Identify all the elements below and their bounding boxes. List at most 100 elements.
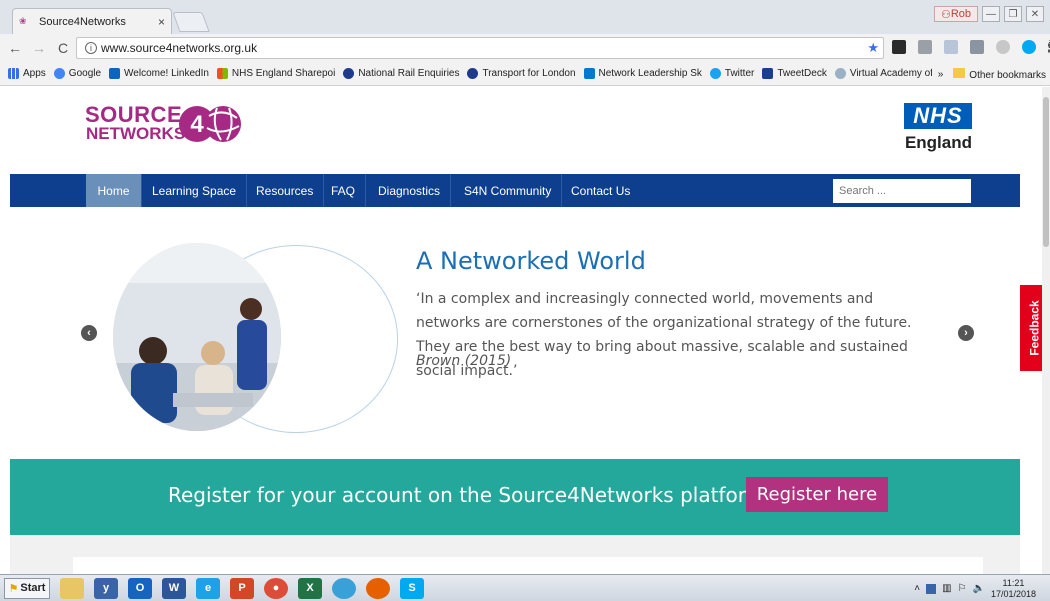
volume-icon[interactable]: 🔈 bbox=[973, 583, 985, 594]
start-button[interactable]: ⚑ Start bbox=[4, 577, 50, 599]
bookmark-tweetdeck[interactable]: TweetDeck bbox=[762, 68, 827, 79]
tweetdeck-icon bbox=[762, 68, 774, 79]
browser-tab[interactable]: ❀ Source4Networks × bbox=[12, 8, 172, 34]
clock[interactable]: 11:21 17/01/2018 bbox=[991, 578, 1036, 600]
bookmark-label: Apps bbox=[23, 68, 46, 79]
bookmark-label: Transport for London bbox=[482, 68, 576, 79]
people-photo-illustration bbox=[113, 243, 281, 431]
network-icon[interactable]: ▥ bbox=[942, 583, 951, 594]
bookmark-apps[interactable]: Apps bbox=[8, 68, 46, 79]
nav-label: Contact Us bbox=[571, 183, 631, 198]
word-icon[interactable]: W bbox=[162, 577, 186, 599]
register-button[interactable]: Register here bbox=[746, 477, 888, 512]
bookmark-label: NHS England Sharepoi bbox=[231, 68, 336, 79]
nav-diagnostics[interactable]: Diagnostics bbox=[368, 174, 452, 207]
bookmark-label: National Rail Enquiries bbox=[358, 68, 460, 79]
excel-icon[interactable]: X bbox=[298, 577, 322, 599]
scrollbar-thumb[interactable] bbox=[1043, 97, 1049, 247]
bookmark-label: Twitter bbox=[724, 68, 755, 79]
nhs-england-text: England bbox=[904, 133, 972, 152]
extension-icon[interactable] bbox=[970, 40, 984, 54]
windows-icon bbox=[216, 68, 228, 79]
rail-icon bbox=[343, 68, 355, 79]
nav-home[interactable]: Home bbox=[86, 174, 142, 207]
url-text: www.source4networks.org.uk bbox=[101, 41, 258, 55]
network-app-icon[interactable] bbox=[332, 577, 356, 599]
tray-app-icon[interactable] bbox=[926, 583, 937, 594]
nav-resources[interactable]: Resources bbox=[246, 174, 325, 207]
nav-label: FAQ bbox=[331, 183, 356, 198]
hero-photo bbox=[113, 243, 281, 431]
clock-time: 11:21 bbox=[1002, 577, 1025, 588]
internet-explorer-icon[interactable]: e bbox=[196, 577, 220, 599]
twitter-icon bbox=[709, 68, 721, 79]
tray-expand-icon[interactable]: ˄ bbox=[914, 583, 920, 594]
flag-icon[interactable]: ⚐ bbox=[958, 583, 967, 594]
profile-button[interactable]: ⚇ Rob bbox=[933, 6, 978, 22]
hero-title: A Networked World bbox=[416, 247, 646, 275]
nav-faq[interactable]: FAQ bbox=[321, 174, 367, 207]
bookmarks-bar: Apps Google Welcome! LinkedIn NHS Englan… bbox=[0, 62, 1050, 86]
feedback-label: Feedback bbox=[1028, 300, 1043, 356]
bookmark-label: Welcome! LinkedIn bbox=[124, 68, 209, 79]
bookmark-national-rail[interactable]: National Rail Enquiries bbox=[343, 68, 459, 79]
system-tray: ˄ ▥ ⚐ 🔈 11:21 17/01/2018 bbox=[914, 575, 1050, 601]
other-bookmarks[interactable]: Other bookmarks bbox=[953, 67, 1046, 81]
info-icon[interactable]: i bbox=[85, 42, 97, 54]
site-search-input[interactable] bbox=[833, 179, 971, 203]
yammer-icon[interactable]: y bbox=[94, 577, 118, 599]
windows-flag-icon: ⚑ bbox=[8, 582, 19, 595]
outlook-icon[interactable]: O bbox=[128, 577, 152, 599]
powerpoint-icon[interactable]: P bbox=[230, 577, 254, 599]
bookmark-network-leadership[interactable]: Network Leadership Sk bbox=[583, 68, 702, 79]
chrome-icon[interactable]: ● bbox=[264, 577, 288, 599]
maximize-icon[interactable]: ❐ bbox=[1004, 6, 1022, 22]
windows-taskbar: ⚑ Start y O W e P ● X S ˄ ▥ ⚐ 🔈 11:21 17/… bbox=[0, 574, 1050, 601]
lower-section bbox=[10, 535, 1020, 574]
file-explorer-icon[interactable] bbox=[60, 577, 84, 599]
source4networks-logo[interactable]: SOURCE NETWORKS 4 bbox=[85, 102, 250, 148]
web-page: SOURCE NETWORKS 4 NHS England Home Learn… bbox=[0, 87, 1050, 574]
bookmark-tfl[interactable]: Transport for London bbox=[467, 68, 576, 79]
nav-label: Diagnostics bbox=[378, 183, 441, 198]
nav-label: S4N Community bbox=[464, 183, 552, 198]
window-controls: ⚇ Rob — ❐ ✕ bbox=[933, 6, 1044, 22]
firefox-icon[interactable] bbox=[366, 577, 390, 599]
address-bar[interactable]: i www.source4networks.org.uk ★ bbox=[76, 37, 884, 59]
close-window-icon[interactable]: ✕ bbox=[1026, 6, 1044, 22]
start-label: Start bbox=[20, 582, 46, 594]
dropbox-icon[interactable] bbox=[944, 40, 958, 54]
skype-icon[interactable] bbox=[1022, 40, 1036, 54]
bookmarks-more-button[interactable]: » bbox=[938, 69, 944, 80]
bookmark-linkedin[interactable]: Welcome! LinkedIn bbox=[109, 68, 209, 79]
extension-icon[interactable] bbox=[918, 40, 932, 54]
tab-close-icon[interactable]: × bbox=[158, 15, 165, 29]
nhs-england-logo[interactable]: NHS England bbox=[900, 103, 972, 157]
reload-icon[interactable]: C bbox=[54, 40, 72, 56]
bookmark-sharepoint[interactable]: NHS England Sharepoi bbox=[216, 68, 336, 79]
bookmark-label: Network Leadership Sk bbox=[598, 68, 702, 79]
extension-icon[interactable] bbox=[892, 40, 906, 54]
site-favicon-icon: ❀ bbox=[19, 16, 27, 26]
nav-learning-space[interactable]: Learning Space bbox=[142, 174, 248, 207]
back-icon[interactable]: ← bbox=[6, 40, 24, 56]
new-tab-button[interactable] bbox=[172, 12, 210, 32]
bookmark-label: TweetDeck bbox=[777, 68, 827, 79]
extension-icon[interactable] bbox=[996, 40, 1010, 54]
bookmark-google[interactable]: Google bbox=[53, 68, 101, 79]
tfl-icon bbox=[467, 68, 479, 79]
bookmarks-overflow: » Other bookmarks bbox=[931, 62, 1046, 85]
hero-citation: Brown (2015) bbox=[416, 353, 512, 369]
clock-date: 17/01/2018 bbox=[990, 588, 1036, 599]
forward-icon[interactable]: → bbox=[30, 40, 48, 56]
bookmark-star-icon[interactable]: ★ bbox=[867, 40, 879, 56]
slider-next-button[interactable]: › bbox=[958, 325, 974, 341]
apps-grid-icon bbox=[8, 68, 19, 79]
nav-contact-us[interactable]: Contact Us bbox=[561, 174, 640, 207]
minimize-icon[interactable]: — bbox=[982, 6, 1000, 22]
bookmark-twitter[interactable]: Twitter bbox=[709, 68, 755, 79]
nav-s4n-community[interactable]: S4N Community bbox=[454, 174, 563, 207]
skype-taskbar-icon[interactable]: S bbox=[400, 577, 424, 599]
slider-prev-button[interactable]: ‹ bbox=[81, 325, 97, 341]
nav-label: Learning Space bbox=[152, 183, 237, 198]
